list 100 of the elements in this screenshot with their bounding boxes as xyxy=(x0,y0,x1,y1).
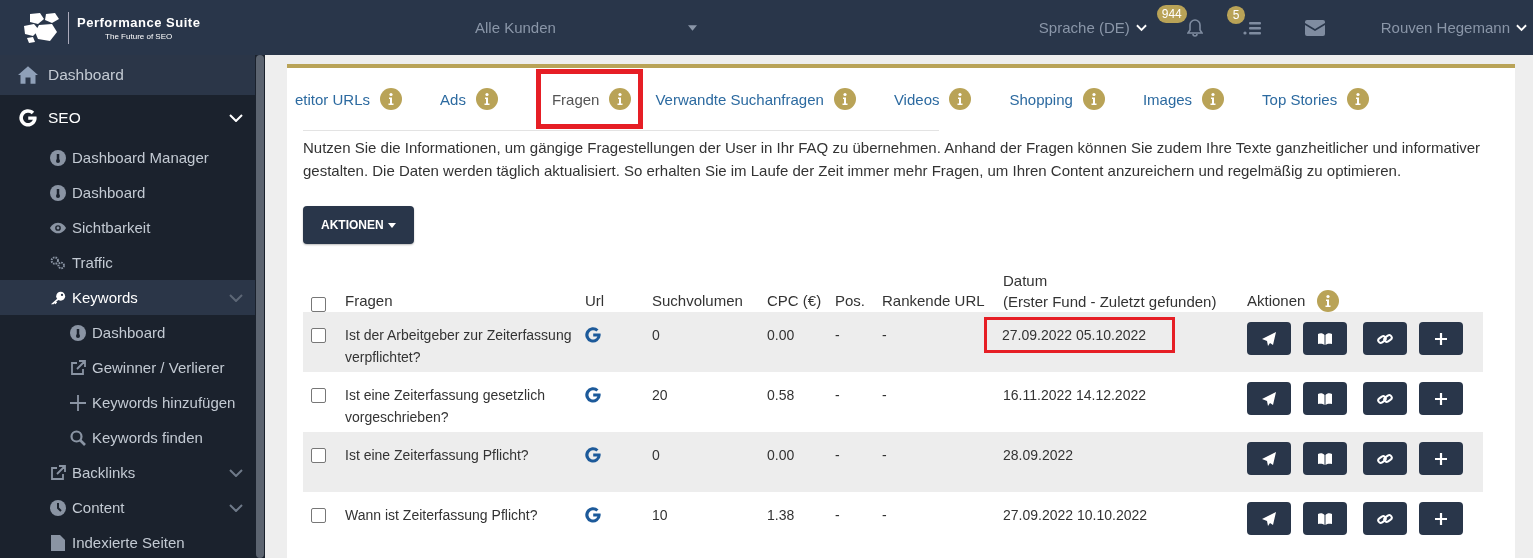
add-button[interactable] xyxy=(1419,322,1463,355)
scrollbar-thumb[interactable] xyxy=(256,55,264,558)
clock-icon xyxy=(50,499,66,516)
caret-icon xyxy=(387,222,396,228)
sidebar-item[interactable]: Dashboard xyxy=(0,175,255,210)
paper-plane-icon xyxy=(1261,510,1277,527)
external-link-icon xyxy=(50,464,66,481)
plus-icon xyxy=(1433,510,1449,527)
table-cell-text: 0.00 xyxy=(767,446,795,465)
paper-plane-icon xyxy=(1261,450,1277,467)
customer-dropdown[interactable]: Alle Kunden xyxy=(475,19,697,36)
table-cell-text: 16.11.2022 14.12.2022 xyxy=(1003,386,1146,405)
tab[interactable]: Images xyxy=(1142,74,1253,124)
gears-icon xyxy=(50,254,66,271)
sidebar-item[interactable]: Sichtbarkeit xyxy=(0,210,255,245)
info-icon xyxy=(949,88,972,110)
tab[interactable]: Verwandte Suchanfragen xyxy=(655,74,884,124)
link-button[interactable] xyxy=(1363,502,1407,535)
bell-icon xyxy=(1186,18,1203,37)
table-cell-text: 10 xyxy=(652,506,668,525)
column-header: Rankende URL xyxy=(882,291,985,311)
sidebar-item[interactable]: Keywords finden xyxy=(0,420,255,455)
table-cell-text: - xyxy=(835,326,840,345)
info-icon xyxy=(1202,88,1225,110)
chevron-down-icon xyxy=(229,503,243,512)
actions-dropdown-button[interactable]: AKTIONEN xyxy=(303,206,414,244)
plus-icon xyxy=(1433,450,1449,467)
checkbox[interactable] xyxy=(311,328,326,343)
document-icon xyxy=(50,534,66,551)
column-header: Fragen xyxy=(345,291,393,311)
link-button[interactable] xyxy=(1363,382,1407,415)
checkbox[interactable] xyxy=(311,388,326,403)
sidebar-item[interactable]: Keywords xyxy=(0,280,255,315)
user-menu[interactable]: Rouven Hegemann xyxy=(1380,19,1527,36)
checkbox[interactable] xyxy=(311,297,326,312)
google-g-icon xyxy=(585,327,601,343)
read-button[interactable] xyxy=(1303,382,1347,415)
send-button[interactable] xyxy=(1247,322,1291,355)
send-button[interactable] xyxy=(1247,382,1291,415)
question-text: Ist der Arbeitgeber zur Zeiterfassung verpflichtet? xyxy=(345,326,573,367)
tab[interactable]: Ads xyxy=(440,74,526,124)
table-cell: 27.09.2022 05.10.2022 xyxy=(987,320,1173,350)
plus-icon xyxy=(70,394,86,411)
table-cell-text: 1.38 xyxy=(767,506,795,525)
add-button[interactable] xyxy=(1419,502,1463,535)
tab[interactable]: Shopping xyxy=(1009,74,1133,124)
sidebar-item[interactable]: Dashboard Manager xyxy=(0,140,255,175)
sidebar-item[interactable]: Traffic xyxy=(0,245,255,280)
gauge-icon xyxy=(50,149,66,166)
tab[interactable]: Top Stories xyxy=(1262,74,1398,124)
info-icon xyxy=(475,88,498,110)
checkbox[interactable] xyxy=(311,508,326,523)
send-button[interactable] xyxy=(1247,442,1291,475)
read-button[interactable] xyxy=(1303,322,1347,355)
column-subheader: (Erster Fund - Zuletzt gefunden) xyxy=(1003,292,1217,312)
tab[interactable]: Videos xyxy=(893,74,1000,124)
link-button[interactable] xyxy=(1363,442,1407,475)
table-cell-text: 20 xyxy=(652,386,668,405)
key-icon xyxy=(50,289,66,306)
table-cell-text: 27.09.2022 10.10.2022 xyxy=(1003,506,1148,525)
language-dropdown[interactable]: Sprache (DE) xyxy=(1038,19,1147,36)
paper-plane-icon xyxy=(1261,390,1277,407)
sidebar-item[interactable]: Dashboard xyxy=(0,55,255,95)
google-g-icon xyxy=(585,447,601,463)
tab[interactable]: Fragen xyxy=(535,69,644,129)
sidebar-item[interactable]: Keywords hinzufügen xyxy=(0,385,255,420)
send-button[interactable] xyxy=(1247,502,1291,535)
info-icon xyxy=(609,88,632,110)
chevron-down-icon xyxy=(229,468,243,477)
read-button[interactable] xyxy=(1303,502,1347,535)
link-button[interactable] xyxy=(1363,322,1407,355)
google-g-icon xyxy=(585,387,601,403)
add-button[interactable] xyxy=(1419,442,1463,475)
sidebar-item[interactable]: Content xyxy=(0,490,255,525)
open-book-icon xyxy=(1317,510,1333,527)
info-icon xyxy=(1347,88,1370,110)
hexagon-logo-icon xyxy=(22,11,69,44)
sidebar-item[interactable]: Backlinks xyxy=(0,455,255,490)
read-button[interactable] xyxy=(1303,442,1347,475)
table-cell-text: 28.09.2022 xyxy=(1003,446,1074,465)
checkbox[interactable] xyxy=(311,448,326,463)
sidebar-item[interactable]: Dashboard xyxy=(0,315,255,350)
task-count: 5 xyxy=(1226,5,1246,24)
column-header: Datum xyxy=(1003,271,1049,291)
question-text: Ist eine Zeiterfassung Pflicht? xyxy=(345,446,529,465)
search-icon xyxy=(70,429,86,446)
paper-plane-icon xyxy=(1261,330,1277,347)
sidebar-item[interactable]: Gewinner / Verlierer xyxy=(0,350,255,385)
google-g-icon xyxy=(18,108,38,127)
tab[interactable]: etitor URLs xyxy=(295,74,431,124)
info-icon xyxy=(1082,88,1105,110)
table-cell-text: 0 xyxy=(652,446,660,465)
google-g-icon xyxy=(585,507,601,523)
open-book-icon xyxy=(1317,390,1333,407)
open-book-icon xyxy=(1317,330,1333,347)
external-link-icon xyxy=(70,359,86,376)
add-button[interactable] xyxy=(1419,382,1463,415)
table-cell-text: 0 xyxy=(652,326,660,345)
sidebar-item[interactable]: Indexierte Seiten xyxy=(0,525,255,558)
info-icon xyxy=(380,88,403,110)
